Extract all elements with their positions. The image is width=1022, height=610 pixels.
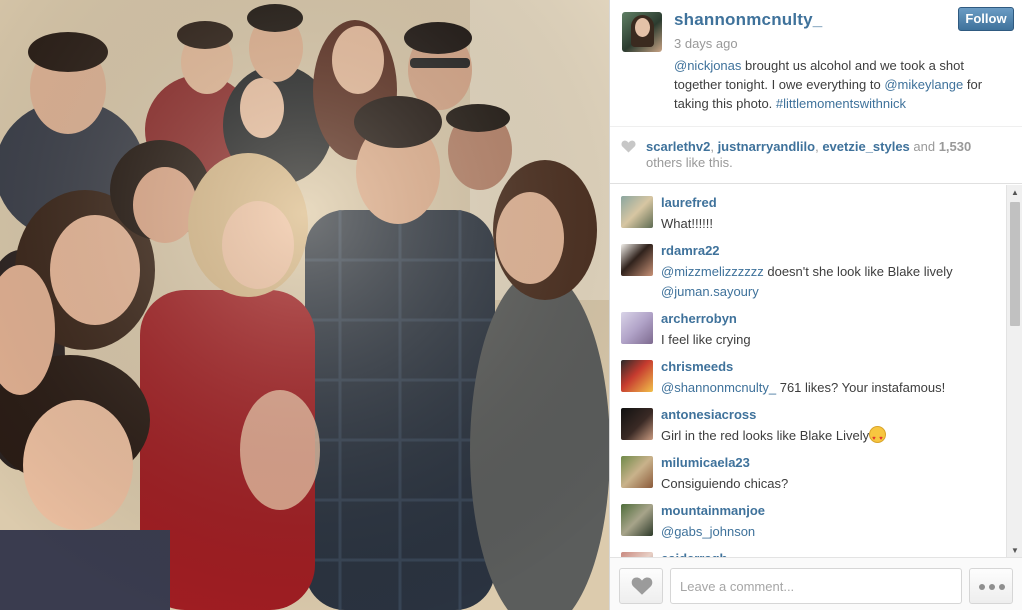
follow-button[interactable]: Follow: [958, 7, 1014, 31]
commenter-avatar[interactable]: [621, 196, 653, 228]
liker-username[interactable]: scarlethv2: [646, 139, 710, 154]
comment-item: chrismeeds @shannonmcnulty_ 761 likes? Y…: [610, 349, 1006, 397]
heart-icon: [631, 577, 653, 595]
commenter-username[interactable]: laurefred: [661, 195, 717, 210]
commenter-avatar[interactable]: [621, 244, 653, 276]
comment-text: @mizzmelizzzzzz doesn't she look like Bl…: [661, 262, 996, 302]
comment-text: @gabs_johnson: [661, 522, 996, 542]
post-header: shannonmcnulty_ Follow 3 days ago @nickj…: [610, 0, 1022, 126]
comment-item: archerrobyn I feel like crying: [610, 301, 1006, 349]
liker-username[interactable]: justnarryandlilo: [718, 139, 816, 154]
comment-item: caiderragh: [610, 541, 1006, 557]
comment-item: mountainmanjoe @gabs_johnson: [610, 493, 1006, 541]
caption-mention-nickjonas[interactable]: @nickjonas: [674, 58, 741, 73]
owner-username[interactable]: shannonmcnulty_: [674, 10, 822, 30]
caption-hashtag[interactable]: #littlemomentswithnick: [776, 96, 906, 111]
owner-avatar[interactable]: [622, 12, 662, 52]
comment-item: laurefred What!!!!!!: [610, 185, 1006, 233]
comment-text: Consiguiendo chicas?: [661, 476, 789, 491]
heart-eyes-emoji-icon: [869, 426, 887, 449]
commenter-username[interactable]: milumicaela23: [661, 455, 750, 470]
likes-summary: scarlethv2, justnarryandlilo, evetzie_st…: [610, 126, 1022, 184]
liker-username[interactable]: evetzie_styles: [822, 139, 909, 154]
comment-mention[interactable]: @juman.sayoury: [661, 284, 759, 299]
comments-scrollbar[interactable]: ▲ ▼: [1006, 185, 1022, 557]
likes-count[interactable]: 1,530: [939, 139, 972, 154]
comment-item: antonesiacross Girl in the red looks lik…: [610, 397, 1006, 449]
commenter-username[interactable]: chrismeeds: [661, 359, 733, 374]
commenter-avatar[interactable]: [621, 504, 653, 536]
scrollbar-thumb[interactable]: [1010, 202, 1020, 326]
commenter-username[interactable]: archerrobyn: [661, 311, 737, 326]
comment-mention[interactable]: @gabs_johnson: [661, 524, 755, 539]
likes-suffix: others like this.: [646, 155, 733, 170]
likes-and-text: and: [909, 139, 939, 154]
comment-body: Girl in the red looks like Blake Lively: [661, 428, 870, 443]
comment-text: What!!!!!!: [661, 216, 714, 231]
commenter-username[interactable]: antonesiacross: [661, 407, 756, 422]
post-timestamp[interactable]: 3 days ago: [674, 36, 738, 51]
comment-mention[interactable]: @mizzmelizzzzzz: [661, 264, 764, 279]
commenter-avatar[interactable]: [621, 312, 653, 344]
comment-footer: [610, 557, 1022, 610]
comments-list[interactable]: laurefred What!!!!!! rdamra22 @mizzmeliz…: [610, 185, 1006, 557]
heart-icon: [621, 140, 636, 153]
likes-text: scarlethv2, justnarryandlilo, evetzie_st…: [646, 139, 996, 171]
commenter-avatar[interactable]: [621, 408, 653, 440]
arrow-down-icon[interactable]: ▼: [1011, 546, 1019, 555]
comment-text: I feel like crying: [661, 332, 751, 347]
comment-text: @shannonmcnulty_ 761 likes? Your instafa…: [661, 378, 996, 398]
group-photo-illustration: [0, 0, 609, 610]
comment-item: rdamra22 @mizzmelizzzzzz doesn't she loo…: [610, 233, 1006, 301]
comment-text: Girl in the red looks like Blake Lively: [661, 426, 996, 449]
likes-separator: ,: [710, 139, 718, 154]
caption-mention-mikeylange[interactable]: @mikeylange: [884, 77, 963, 92]
more-options-button[interactable]: [969, 568, 1013, 604]
comment-input[interactable]: [670, 568, 962, 604]
post-sidebar: shannonmcnulty_ Follow 3 days ago @nickj…: [609, 0, 1022, 610]
post-photo[interactable]: [0, 0, 609, 610]
comment-body: doesn't she look like Blake lively: [763, 264, 953, 279]
comment-item: milumicaela23 Consiguiendo chicas?: [610, 445, 1006, 493]
commenter-avatar[interactable]: [621, 456, 653, 488]
commenter-avatar[interactable]: [621, 360, 653, 392]
commenter-username[interactable]: rdamra22: [661, 243, 720, 258]
commenter-username[interactable]: mountainmanjoe: [661, 503, 765, 518]
like-button[interactable]: [619, 568, 663, 604]
arrow-up-icon[interactable]: ▲: [1011, 188, 1019, 197]
comment-body: 761 likes? Your instafamous!: [776, 380, 946, 395]
comment-mention[interactable]: @shannonmcnulty_: [661, 380, 776, 395]
post-caption: @nickjonas brought us alcohol and we too…: [674, 56, 1014, 113]
